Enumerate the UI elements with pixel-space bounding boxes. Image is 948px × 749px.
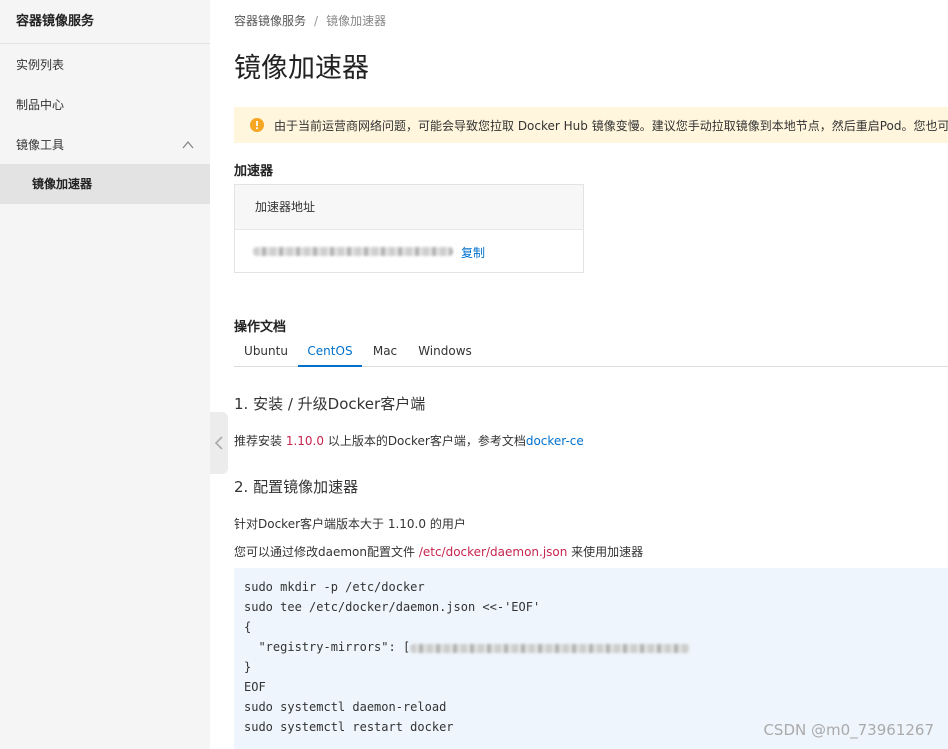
sidebar-divider [0, 43, 210, 44]
redacted-accelerator-address [253, 247, 453, 256]
sidebar-collapse-button[interactable] [210, 412, 228, 474]
accelerator-section-title: 加速器 [234, 164, 274, 179]
step2-line1: 针对Docker客户端版本大于 1.10.0 的用户 [234, 517, 466, 531]
tab-centos[interactable]: CentOS [298, 344, 362, 367]
code-line: sudo systemctl daemon-reload [244, 700, 447, 714]
step2-line2: 您可以通过修改daemon配置文件 /etc/docker/daemon.jso… [234, 543, 643, 560]
step1-text: 推荐安装 1.10.0 以上版本的Docker客户端，参考文档docker-ce [234, 432, 584, 449]
tab-windows[interactable]: Windows [410, 344, 480, 367]
code-line: "registry-mirrors": [ [244, 640, 411, 654]
warning-notice: 由于当前运营商网络问题，可能会导致您拉取 Docker Hub 镜像变慢。建议您… [234, 107, 948, 143]
chevron-left-icon [214, 436, 223, 450]
code-line: EOF [244, 680, 266, 694]
watermark: CSDN @m0_73961267 [763, 721, 934, 739]
sidebar-brand: 容器镜像服务 [16, 14, 95, 29]
sidebar-item-instances[interactable]: 实例列表 [0, 45, 210, 85]
accelerator-row: 复制 [235, 230, 583, 272]
code-line: sudo systemctl restart docker [244, 720, 454, 734]
accelerator-table: 加速器地址 复制 [234, 184, 584, 273]
code-line: } [244, 660, 252, 674]
redacted-mirror-url [410, 644, 690, 653]
step2-title: 2. 配置镜像加速器 [234, 478, 359, 496]
os-tabs: Ubuntu CentOS Mac Windows [234, 344, 948, 367]
code-line: sudo tee /etc/docker/daemon.json <<-'EOF… [244, 600, 541, 614]
sidebar-item-artifacts[interactable]: 制品中心 [0, 85, 210, 125]
breadcrumb: 容器镜像服务 / 镜像加速器 [234, 12, 386, 29]
notice-text: 由于当前运营商网络问题，可能会导致您拉取 Docker Hub 镜像变慢。建议您… [274, 119, 948, 133]
breadcrumb-separator: / [314, 14, 319, 28]
code-line: { [244, 620, 252, 634]
step1-version: 1.10.0 [285, 434, 324, 448]
docker-ce-link[interactable]: docker-ce [526, 434, 584, 448]
step2-prefix: 您可以通过修改daemon配置文件 [234, 545, 419, 559]
copy-link[interactable]: 复制 [461, 244, 485, 261]
sidebar-item-image-tools[interactable]: 镜像工具 [0, 125, 210, 165]
sidebar: 容器镜像服务 实例列表 制品中心 镜像工具 镜像加速器 [0, 0, 210, 749]
breadcrumb-current: 镜像加速器 [326, 14, 387, 28]
warning-icon [250, 118, 264, 132]
step1-title: 1. 安装 / 升级Docker客户端 [234, 395, 426, 413]
daemon-json-path: /etc/docker/daemon.json [418, 545, 568, 559]
tab-ubuntu[interactable]: Ubuntu [234, 344, 298, 367]
tab-mac[interactable]: Mac [362, 344, 408, 367]
page-title: 镜像加速器 [234, 53, 369, 84]
step2-suffix: 来使用加速器 [567, 545, 644, 559]
chevron-up-icon [182, 140, 194, 149]
code-line: sudo mkdir -p /etc/docker [244, 580, 425, 594]
step1-prefix: 推荐安装 [234, 434, 286, 448]
sidebar-item-label: 镜像工具 [16, 138, 65, 152]
accelerator-column-header: 加速器地址 [235, 185, 583, 230]
step1-mid: 以上版本的Docker客户端，参考文档 [324, 434, 526, 448]
sidebar-item-mirror-accelerator[interactable]: 镜像加速器 [0, 164, 210, 204]
breadcrumb-root[interactable]: 容器镜像服务 [234, 14, 306, 28]
docs-section-title: 操作文档 [234, 320, 287, 335]
